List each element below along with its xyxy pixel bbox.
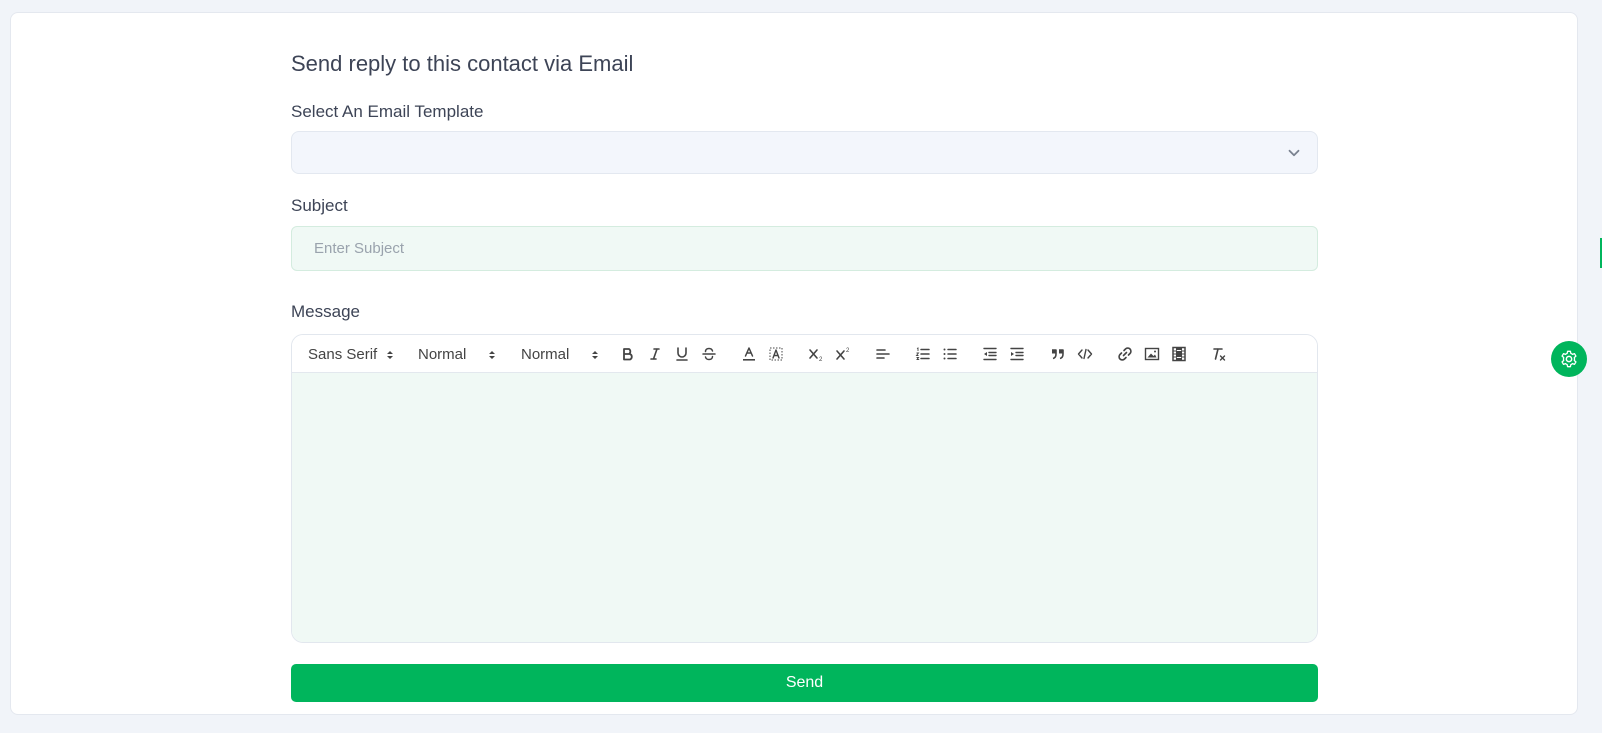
ordered-list-icon xyxy=(915,347,930,360)
image-button[interactable] xyxy=(1141,344,1163,364)
video-icon xyxy=(1172,346,1186,362)
strikethrough-button[interactable] xyxy=(698,344,720,364)
superscript-button[interactable]: 2 xyxy=(832,344,854,364)
settings-button[interactable] xyxy=(1551,341,1587,377)
italic-icon xyxy=(650,348,660,360)
editor-toolbar: Sans Serif Normal Normal 2 2 xyxy=(292,335,1317,373)
background-color-icon xyxy=(769,347,783,361)
underline-icon xyxy=(676,347,688,361)
svg-text:2: 2 xyxy=(819,357,823,363)
font-picker[interactable]: Sans Serif xyxy=(308,335,408,373)
font-picker-label: Sans Serif xyxy=(308,345,378,363)
subscript-icon: 2 xyxy=(809,349,823,363)
code-block-button[interactable] xyxy=(1074,344,1096,364)
text-color-icon xyxy=(743,347,755,361)
video-button[interactable] xyxy=(1168,344,1190,364)
gear-icon xyxy=(1561,350,1577,368)
indent-icon xyxy=(1010,347,1024,361)
page-title: Send reply to this contact via Email xyxy=(291,51,634,76)
size-picker[interactable]: Normal xyxy=(418,335,508,373)
underline-button[interactable] xyxy=(671,344,693,364)
bold-icon xyxy=(623,348,633,361)
link-icon xyxy=(1118,347,1132,361)
message-body-input[interactable] xyxy=(292,373,1317,642)
align-left-button[interactable] xyxy=(872,344,894,364)
link-button[interactable] xyxy=(1114,344,1136,364)
indent-button[interactable] xyxy=(1006,344,1028,364)
bold-button[interactable] xyxy=(617,344,639,364)
blockquote-icon xyxy=(1052,349,1064,360)
superscript-icon: 2 xyxy=(836,348,850,360)
subject-input[interactable] xyxy=(291,226,1318,271)
template-label: Select An Email Template xyxy=(291,102,484,121)
background-color-button[interactable] xyxy=(765,344,787,364)
picker-arrows-icon xyxy=(387,351,393,359)
italic-button[interactable] xyxy=(644,344,666,364)
reply-card: Send reply to this contact via Email Sel… xyxy=(10,12,1578,715)
ordered-list-button[interactable] xyxy=(912,344,934,364)
blockquote-button[interactable] xyxy=(1047,344,1069,364)
align-left-icon xyxy=(876,349,890,359)
email-template-select[interactable] xyxy=(291,131,1318,174)
outdent-button[interactable] xyxy=(979,344,1001,364)
send-button[interactable]: Send xyxy=(291,664,1318,702)
picker-arrows-icon xyxy=(489,351,495,359)
clear-format-icon xyxy=(1213,348,1226,361)
message-editor: Sans Serif Normal Normal 2 2 xyxy=(291,334,1318,643)
strikethrough-icon xyxy=(702,347,716,361)
subscript-button[interactable]: 2 xyxy=(805,344,827,364)
clear-format-button[interactable] xyxy=(1208,344,1230,364)
header-picker[interactable]: Normal xyxy=(521,335,611,373)
outdent-icon xyxy=(983,347,997,361)
bullet-list-icon xyxy=(943,348,957,360)
text-color-button[interactable] xyxy=(738,344,760,364)
code-block-icon xyxy=(1077,348,1093,360)
size-picker-label: Normal xyxy=(418,345,467,363)
picker-arrows-icon xyxy=(592,351,598,359)
message-label: Message xyxy=(291,302,360,321)
chevron-down-icon xyxy=(1288,149,1300,157)
header-picker-label: Normal xyxy=(521,345,570,363)
subject-label: Subject xyxy=(291,196,348,215)
svg-text:2: 2 xyxy=(846,348,850,354)
bullet-list-button[interactable] xyxy=(939,344,961,364)
image-icon xyxy=(1144,347,1160,361)
